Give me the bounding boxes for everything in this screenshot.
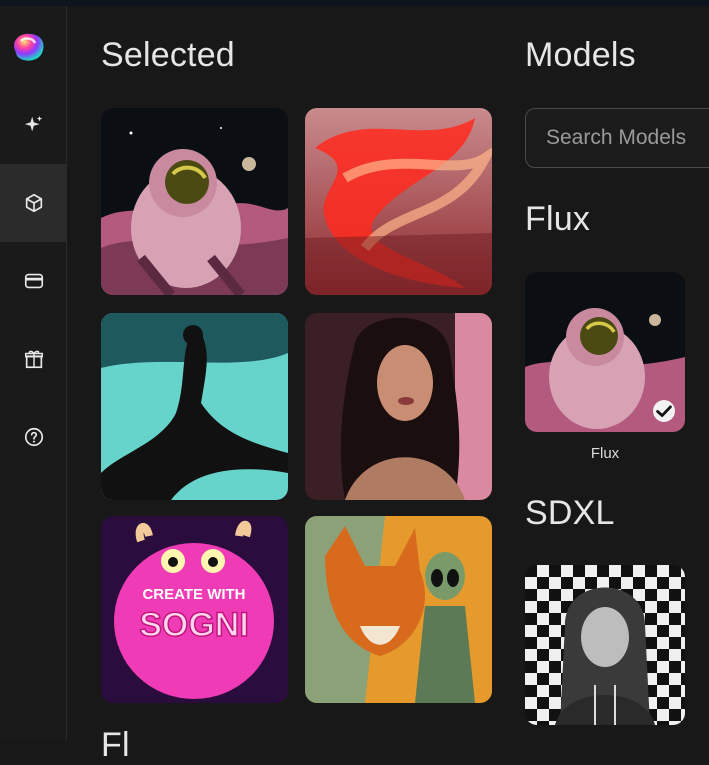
- selected-image-pink-monster[interactable]: CREATE WITH SOGNI: [101, 516, 288, 703]
- model-card-flux[interactable]: [525, 272, 685, 432]
- search-models-input[interactable]: [525, 108, 709, 168]
- model-group-title-flux: Flux: [525, 200, 591, 238]
- selected-image-astronaut[interactable]: [101, 108, 288, 295]
- model-group-title-sdxl: SDXL: [525, 494, 615, 532]
- gift-icon: [24, 350, 43, 369]
- cube-icon: [25, 193, 42, 213]
- top-bar: [0, 0, 709, 6]
- selected-image-portrait[interactable]: [305, 313, 492, 500]
- sidebar-item-wallet[interactable]: [0, 242, 67, 320]
- model-card-sdxl[interactable]: [525, 565, 685, 725]
- sidebar-item-rewards[interactable]: [0, 320, 67, 398]
- wallet-icon: [24, 273, 43, 289]
- sidebar-item-models[interactable]: [0, 164, 67, 242]
- sidebar: [0, 6, 67, 740]
- selected-image-underwater[interactable]: [101, 313, 288, 500]
- selected-image-red-smoke[interactable]: [305, 108, 492, 295]
- sidebar-item-generate[interactable]: [0, 86, 67, 164]
- selected-image-fox-alien[interactable]: [305, 516, 492, 703]
- models-heading: Models: [525, 36, 636, 74]
- model-label-flux: Flux: [590, 445, 620, 462]
- monster-caption-line2: SOGNI: [139, 606, 249, 644]
- monster-caption-line1: CREATE WITH: [142, 586, 245, 603]
- help-icon: [24, 427, 43, 447]
- sidebar-item-help[interactable]: [0, 398, 67, 476]
- selected-heading: Selected: [101, 36, 235, 74]
- selected-check-icon: [653, 400, 675, 422]
- sogni-logo-icon[interactable]: [9, 28, 47, 66]
- next-section-heading: Fl: [101, 726, 130, 764]
- sparkle-icon: [24, 115, 42, 132]
